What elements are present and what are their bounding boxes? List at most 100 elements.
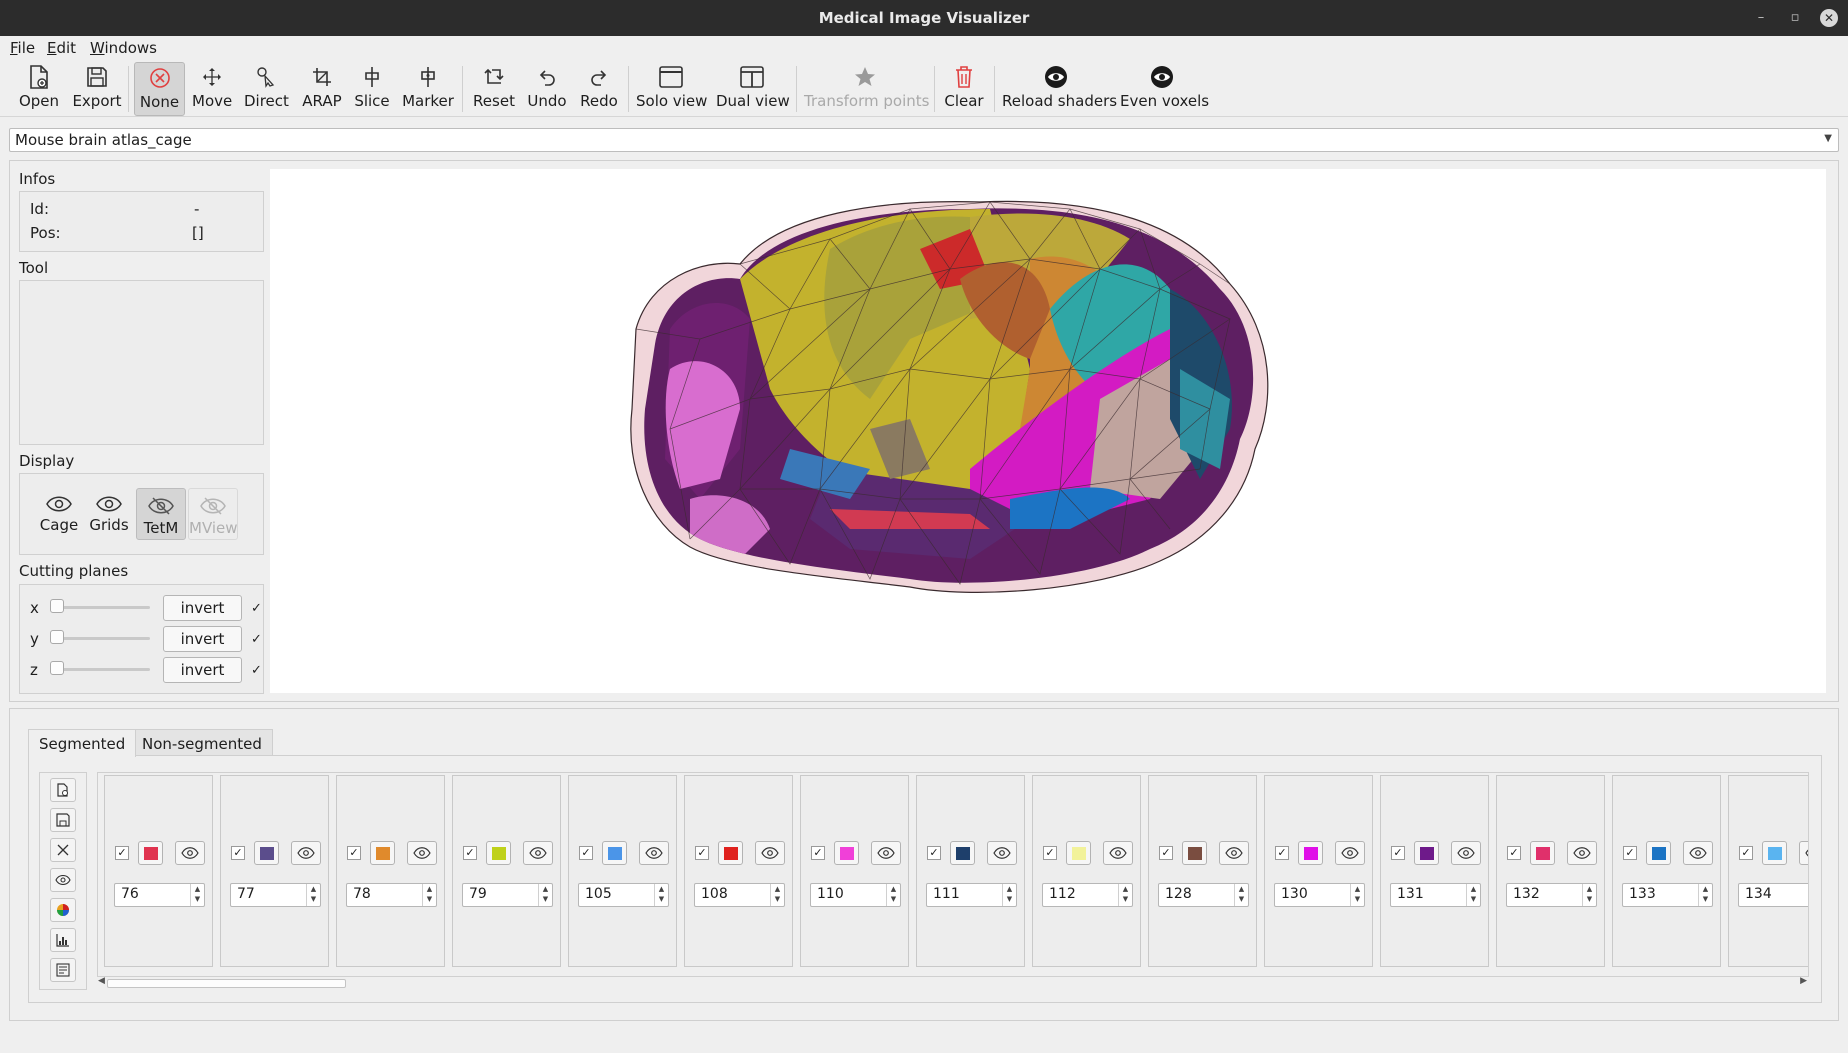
segment-id-spinbox[interactable]: 77 ▲ ▼ — [230, 883, 321, 907]
segment-color-button[interactable] — [1414, 841, 1439, 865]
minimize-button[interactable]: – — [1752, 9, 1770, 27]
spin-arrows-icon[interactable]: ▲ ▼ — [538, 884, 552, 906]
segment-id-spinbox[interactable]: 112 ▲ ▼ — [1042, 883, 1133, 907]
segment-visible-checkbox[interactable]: ✓ — [1275, 846, 1289, 860]
segment-color-button[interactable] — [1298, 841, 1323, 865]
enable-z-checkbox[interactable]: ✓ — [251, 663, 262, 678]
tetm-toggle[interactable]: TetM — [136, 488, 186, 540]
tab-segmented[interactable]: Segmented — [28, 729, 137, 757]
enable-y-checkbox[interactable]: ✓ — [251, 632, 262, 647]
slider-handle[interactable] — [50, 599, 64, 613]
redo-button[interactable]: Redo — [578, 62, 620, 116]
open-button[interactable]: Open — [18, 62, 60, 116]
segment-color-button[interactable] — [254, 841, 279, 865]
segment-eye-button[interactable] — [871, 841, 901, 865]
segment-id-spinbox[interactable]: 128 ▲ ▼ — [1158, 883, 1249, 907]
segment-eye-button[interactable] — [1683, 841, 1713, 865]
spin-arrows-icon[interactable]: ▲ ▼ — [770, 884, 784, 906]
segment-eye-button[interactable] — [523, 841, 553, 865]
segment-id-spinbox[interactable]: 78 ▲ ▼ — [346, 883, 437, 907]
slice-tool-button[interactable]: Slice — [352, 62, 392, 116]
marker-tool-button[interactable]: Marker — [402, 62, 454, 116]
scroll-left-arrow-icon[interactable]: ◀ — [98, 976, 105, 986]
segment-color-button[interactable] — [370, 841, 395, 865]
close-button[interactable]: ✕ — [1820, 9, 1838, 27]
spin-arrows-icon[interactable]: ▲ ▼ — [1234, 884, 1248, 906]
segment-id-spinbox[interactable]: 79 ▲ ▼ — [462, 883, 553, 907]
segment-id-spinbox[interactable]: 130 ▲ ▼ — [1274, 883, 1365, 907]
segment-id-spinbox[interactable]: 108 ▲ ▼ — [694, 883, 785, 907]
y-plane-slider[interactable] — [54, 637, 150, 640]
spin-arrows-icon[interactable]: ▲ ▼ — [1698, 884, 1712, 906]
segment-id-spinbox[interactable]: 110 ▲ ▼ — [810, 883, 901, 907]
segment-visible-checkbox[interactable]: ✓ — [347, 846, 361, 860]
cage-toggle[interactable]: Cage — [34, 488, 84, 540]
mview-toggle[interactable]: MView — [188, 488, 238, 540]
segment-id-spinbox[interactable]: 133 ▲ ▼ — [1622, 883, 1713, 907]
export-button[interactable]: Export — [72, 62, 122, 116]
slider-handle[interactable] — [50, 661, 64, 675]
segment-eye-button[interactable] — [1219, 841, 1249, 865]
segment-eye-button[interactable] — [639, 841, 669, 865]
menu-edit[interactable]: Edit — [47, 39, 76, 57]
segment-visible-checkbox[interactable]: ✓ — [231, 846, 245, 860]
segment-list-button[interactable] — [50, 958, 76, 982]
x-plane-slider[interactable] — [54, 606, 150, 609]
segment-visible-checkbox[interactable]: ✓ — [927, 846, 941, 860]
segment-color-button[interactable] — [1182, 841, 1207, 865]
spin-arrows-icon[interactable]: ▲ ▼ — [1118, 884, 1132, 906]
dataset-selector[interactable]: Mouse brain atlas_cage ▼ — [9, 128, 1839, 152]
enable-x-checkbox[interactable]: ✓ — [251, 601, 262, 616]
segment-eye-button[interactable] — [1567, 841, 1597, 865]
reload-shaders-button[interactable]: Reload shaders — [1002, 62, 1117, 116]
toggle-visibility-button[interactable] — [50, 868, 76, 892]
spin-arrows-icon[interactable]: ▲ ▼ — [1582, 884, 1596, 906]
segment-visible-checkbox[interactable]: ✓ — [1739, 846, 1753, 860]
segment-eye-button[interactable] — [1103, 841, 1133, 865]
segment-color-button[interactable] — [718, 841, 743, 865]
segment-eye-button[interactable] — [407, 841, 437, 865]
spin-arrows-icon[interactable]: ▲ ▼ — [1350, 884, 1364, 906]
segment-visible-checkbox[interactable]: ✓ — [811, 846, 825, 860]
scrollbar-thumb[interactable] — [107, 979, 346, 988]
segment-eye-button[interactable] — [1799, 841, 1808, 865]
segment-color-button[interactable] — [138, 841, 163, 865]
remove-segment-button[interactable] — [50, 838, 76, 862]
segment-eye-button[interactable] — [987, 841, 1017, 865]
invert-z-button[interactable]: invert — [163, 657, 242, 683]
segment-id-spinbox[interactable]: 134▲▼ — [1738, 883, 1808, 907]
arap-tool-button[interactable]: ARAP — [300, 62, 344, 116]
spin-arrows-icon[interactable]: ▲ ▼ — [422, 884, 436, 906]
segment-id-spinbox[interactable]: 76 ▲ ▼ — [114, 883, 205, 907]
z-plane-slider[interactable] — [54, 668, 150, 671]
segments-horizontal-scrollbar[interactable]: ◀ ▶ — [97, 976, 1809, 990]
reset-button[interactable]: Reset — [472, 62, 516, 116]
segment-eye-button[interactable] — [1335, 841, 1365, 865]
segment-color-button[interactable] — [1530, 841, 1555, 865]
spin-arrows-icon[interactable]: ▲ ▼ — [886, 884, 900, 906]
segment-visible-checkbox[interactable]: ✓ — [695, 846, 709, 860]
histogram-button[interactable] — [50, 928, 76, 952]
segment-eye-button[interactable] — [755, 841, 785, 865]
scroll-right-arrow-icon[interactable]: ▶ — [1800, 976, 1807, 986]
segment-id-spinbox[interactable]: 111 ▲ ▼ — [926, 883, 1017, 907]
segment-visible-checkbox[interactable]: ✓ — [463, 846, 477, 860]
segment-eye-button[interactable] — [1451, 841, 1481, 865]
segment-color-button[interactable] — [1066, 841, 1091, 865]
spin-arrows-icon[interactable]: ▲ ▼ — [1002, 884, 1016, 906]
slider-handle[interactable] — [50, 630, 64, 644]
segment-eye-button[interactable] — [291, 841, 321, 865]
solo-view-button[interactable]: Solo view — [636, 62, 707, 116]
segment-id-spinbox[interactable]: 131 ▲ ▼ — [1390, 883, 1481, 907]
segment-visible-checkbox[interactable]: ✓ — [1159, 846, 1173, 860]
tab-non-segmented[interactable]: Non-segmented — [131, 729, 273, 757]
segment-color-button[interactable] — [1762, 841, 1787, 865]
clear-button[interactable]: Clear — [942, 62, 986, 116]
transform-points-button[interactable]: Transform points — [804, 62, 929, 116]
grids-toggle[interactable]: Grids — [84, 488, 134, 540]
menu-windows[interactable]: Windows — [90, 39, 157, 57]
spin-arrows-icon[interactable]: ▲ ▼ — [654, 884, 668, 906]
move-tool-button[interactable]: Move — [192, 62, 232, 116]
3d-viewport[interactable] — [270, 169, 1826, 693]
segment-visible-checkbox[interactable]: ✓ — [1043, 846, 1057, 860]
